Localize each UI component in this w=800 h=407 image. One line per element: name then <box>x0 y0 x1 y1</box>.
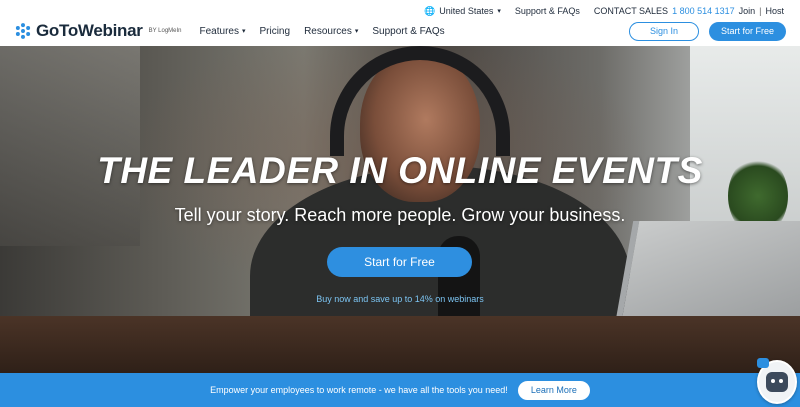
hero-desk <box>0 316 800 373</box>
menu-item-pricing[interactable]: Pricing <box>259 26 290 37</box>
phone-link[interactable]: 1 800 514 1317 <box>672 6 735 16</box>
start-free-button[interactable]: Start for Free <box>708 21 786 41</box>
chevron-down-icon: ▾ <box>497 8 501 15</box>
country-selector[interactable]: 🌐 United States ▾ <box>424 6 501 17</box>
snowflake-logo-icon <box>15 23 31 39</box>
menu-item-label: Support & FAQs <box>372 25 445 37</box>
chatbot-icon[interactable] <box>757 358 797 404</box>
menu-item-label: Resources <box>304 25 352 37</box>
join-link[interactable]: Join <box>739 6 756 16</box>
logo[interactable]: GoToWebinar BY LogMeIn <box>14 21 182 41</box>
remote-work-banner: Empower your employees to work remote - … <box>0 373 800 407</box>
hero-banner: THE LEADER IN ONLINE EVENTS Tell your st… <box>0 46 800 373</box>
chevron-down-icon: ▾ <box>354 28 359 35</box>
separator: | <box>759 6 762 16</box>
hero-start-free-button[interactable]: Start for Free <box>327 247 472 277</box>
menu-item-resources[interactable]: Resources ▾ <box>304 26 358 37</box>
learn-more-button[interactable]: Learn More <box>517 380 590 400</box>
logo-text: GoToWebinar <box>36 21 143 40</box>
chevron-down-icon: ▾ <box>241 28 246 35</box>
menu-item-label: Features <box>199 25 239 37</box>
support-link[interactable]: Support & FAQs <box>515 6 580 16</box>
menu-item-features[interactable]: Features ▾ <box>200 26 246 37</box>
menu-item-support[interactable]: Support & FAQs <box>372 26 444 37</box>
sign-in-button[interactable]: Sign In <box>628 21 699 41</box>
logo-byline: BY LogMeIn <box>148 27 182 34</box>
main-nav: GoToWebinar BY LogMeIn Features ▾ Pricin… <box>0 16 800 46</box>
nav-actions: Sign In Start for Free <box>628 21 786 41</box>
headphones-icon <box>330 46 510 156</box>
hero-subtitle: Tell your story. Reach more people. Grow… <box>174 205 626 225</box>
banner-text: Empower your employees to work remote - … <box>210 385 508 395</box>
chat-bubble-icon <box>757 358 769 368</box>
menu-item-label: Pricing <box>259 25 291 37</box>
robot-face-icon <box>766 372 788 392</box>
globe-icon: 🌐 <box>424 5 436 16</box>
hero-title: THE LEADER IN ONLINE EVENTS <box>97 150 703 191</box>
contact-sales-label: CONTACT SALES <box>593 6 669 16</box>
contact-sales: CONTACT SALES 1 800 514 1317 Join | Host <box>594 6 784 16</box>
host-link[interactable]: Host <box>765 6 784 16</box>
primary-menu: Features ▾ Pricing Resources ▾ Support &… <box>200 26 445 37</box>
country-label: United States <box>439 6 494 16</box>
promo-link[interactable]: Buy now and save up to 14% on webinars <box>0 294 800 304</box>
